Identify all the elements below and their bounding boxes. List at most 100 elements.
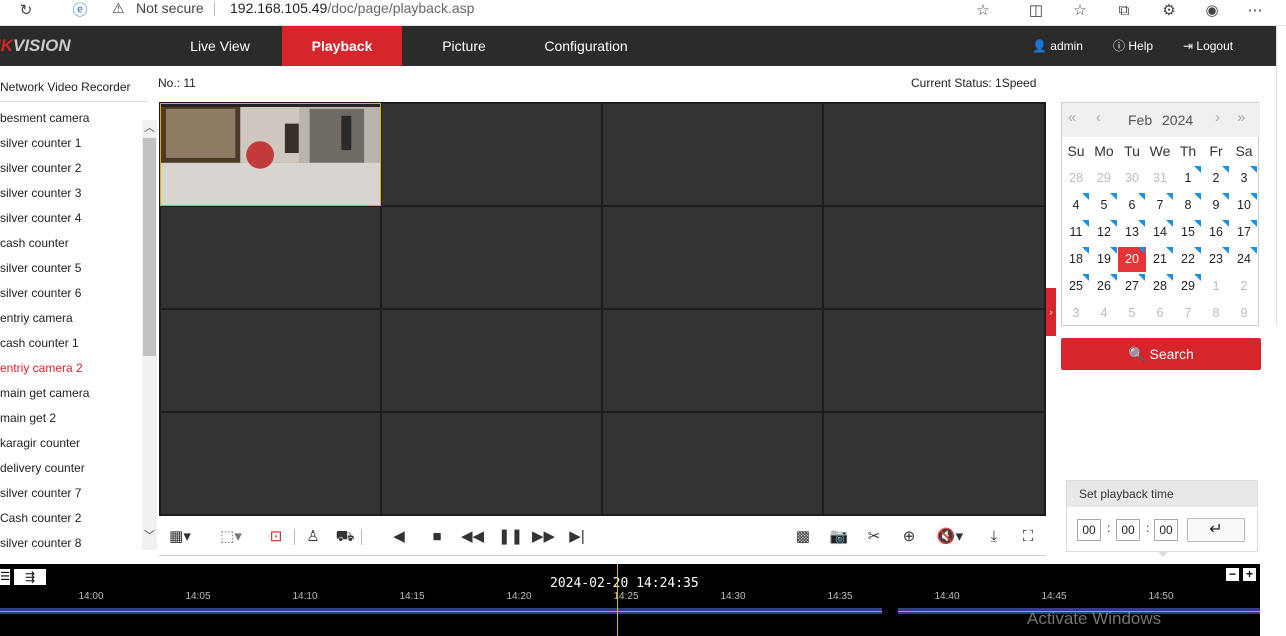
- camera-item[interactable]: entriy camera: [0, 310, 73, 326]
- video-window[interactable]: [602, 309, 823, 412]
- single-frame-icon[interactable]: ▶|: [568, 528, 586, 546]
- pause-icon[interactable]: ❚❚: [498, 528, 523, 546]
- camera-item[interactable]: silver counter 7: [0, 485, 81, 501]
- camera-item[interactable]: besment camera: [0, 110, 89, 126]
- video-window[interactable]: [381, 412, 602, 515]
- video-window[interactable]: [381, 309, 602, 412]
- audio-icon[interactable]: 🔇▾: [932, 528, 968, 546]
- video-window-active[interactable]: [160, 103, 381, 206]
- next-year-icon[interactable]: »: [1237, 109, 1245, 126]
- calendar-day[interactable]: 25: [1062, 274, 1090, 299]
- calendar-day-selected[interactable]: 20: [1118, 247, 1146, 272]
- warning-icon[interactable]: ⚠: [112, 0, 125, 17]
- video-window[interactable]: [823, 412, 1045, 515]
- calendar-day[interactable]: 15: [1174, 220, 1202, 245]
- calendar-day[interactable]: 14: [1146, 220, 1174, 245]
- timeline-cursor[interactable]: [617, 564, 618, 636]
- camera-item[interactable]: silver counter 6: [0, 285, 81, 301]
- calendar-day-other[interactable]: 8: [1202, 301, 1230, 326]
- collections-icon[interactable]: ⧉: [1115, 2, 1133, 20]
- camera-item[interactable]: karagir counter: [0, 435, 80, 451]
- calendar-day[interactable]: 17: [1230, 220, 1258, 245]
- window-layout-icon[interactable]: ▦▾: [165, 528, 195, 546]
- logout-link[interactable]: ⇥ Logout: [1183, 26, 1233, 66]
- calendar-day[interactable]: 9: [1202, 193, 1230, 218]
- calendar-day[interactable]: 8: [1174, 193, 1202, 218]
- tab-configuration[interactable]: Configuration: [526, 26, 646, 66]
- user-menu[interactable]: 👤 admin: [1032, 26, 1083, 66]
- collapse-panel-handle[interactable]: ›: [1046, 288, 1056, 336]
- video-window[interactable]: [823, 309, 1045, 412]
- calendar-day-other[interactable]: 6: [1146, 301, 1174, 326]
- calendar-day[interactable]: 5: [1090, 193, 1118, 218]
- camera-item[interactable]: silver counter 8: [0, 535, 81, 551]
- tab-live-view[interactable]: Live View: [160, 26, 280, 66]
- stop-icon[interactable]: ■: [428, 528, 446, 546]
- download-icon[interactable]: ⤓: [983, 528, 1005, 546]
- capture-icon[interactable]: 📷: [828, 528, 850, 546]
- favorites-icon[interactable]: ☆: [1071, 2, 1089, 20]
- digital-zoom-icon[interactable]: ⊕: [898, 528, 920, 546]
- calendar-day-other[interactable]: 3: [1062, 301, 1090, 326]
- device-tree-title[interactable]: Network Video Recorder: [0, 80, 131, 94]
- calendar-year[interactable]: 2024: [1162, 112, 1193, 128]
- video-window[interactable]: [381, 206, 602, 309]
- minute-input[interactable]: 00: [1116, 519, 1140, 541]
- calendar-day-other[interactable]: 1: [1202, 274, 1230, 299]
- vehicle-filter-icon[interactable]: ⛟: [334, 528, 356, 546]
- fullscreen-icon[interactable]: ⛶: [1017, 528, 1039, 546]
- camera-item-selected[interactable]: entriy camera 2: [0, 360, 83, 376]
- calendar-day-other[interactable]: 2: [1230, 274, 1258, 299]
- camera-item[interactable]: cash counter 1: [0, 335, 79, 351]
- favorite-star-icon[interactable]: ☆: [974, 2, 992, 20]
- search-button[interactable]: 🔍 Search: [1061, 338, 1261, 370]
- stop-all-icon[interactable]: ▩: [792, 528, 814, 546]
- scroll-down-icon[interactable]: ﹀: [143, 528, 156, 544]
- scroll-up-icon[interactable]: ︿: [143, 120, 156, 136]
- camera-item[interactable]: silver counter 5: [0, 260, 81, 276]
- calendar-day[interactable]: 6: [1118, 193, 1146, 218]
- refresh-icon[interactable]: ↻: [17, 2, 35, 20]
- slow-down-icon[interactable]: ◀◀: [461, 528, 484, 546]
- fit-window-icon[interactable]: ⊡: [265, 528, 287, 546]
- second-input[interactable]: 00: [1154, 519, 1178, 541]
- window-select-icon[interactable]: ⬚▾: [214, 528, 248, 546]
- speed-up-icon[interactable]: ▶▶: [532, 528, 555, 546]
- calendar-month[interactable]: Feb: [1128, 112, 1152, 128]
- calendar-day[interactable]: 7: [1146, 193, 1174, 218]
- camera-item[interactable]: cash counter: [0, 235, 69, 251]
- video-window[interactable]: [602, 412, 823, 515]
- video-window[interactable]: [381, 103, 602, 206]
- calendar-day-other[interactable]: 28: [1062, 166, 1090, 191]
- calendar-day[interactable]: 12: [1090, 220, 1118, 245]
- more-menu-icon[interactable]: ⋯: [1246, 2, 1264, 20]
- calendar-day[interactable]: 11: [1062, 220, 1090, 245]
- scrollbar-thumb[interactable]: [143, 138, 156, 356]
- camera-item[interactable]: delivery counter: [0, 460, 85, 476]
- video-window[interactable]: [823, 103, 1045, 206]
- calendar-day[interactable]: 22: [1174, 247, 1202, 272]
- camera-item[interactable]: main get 2: [0, 410, 56, 426]
- video-window[interactable]: [160, 206, 381, 309]
- timeline-menu-icon[interactable]: ☰: [0, 569, 10, 585]
- calendar-day-other[interactable]: 5: [1118, 301, 1146, 326]
- calendar-day[interactable]: 16: [1202, 220, 1230, 245]
- zoom-in-icon[interactable]: +: [1243, 568, 1256, 581]
- calendar-day[interactable]: 29: [1174, 274, 1202, 299]
- next-month-icon[interactable]: ›: [1215, 109, 1220, 126]
- calendar-day[interactable]: 26: [1090, 274, 1118, 299]
- camera-item[interactable]: silver counter 1: [0, 135, 81, 151]
- calendar-day[interactable]: 18: [1062, 247, 1090, 272]
- calendar-day[interactable]: 24: [1230, 247, 1258, 272]
- camera-item[interactable]: silver counter 2: [0, 160, 81, 176]
- calendar-day-other[interactable]: 30: [1118, 166, 1146, 191]
- camera-item[interactable]: Cash counter 2: [0, 510, 81, 526]
- tab-picture[interactable]: Picture: [404, 26, 524, 66]
- video-window[interactable]: [823, 206, 1045, 309]
- calendar-day[interactable]: 23: [1202, 247, 1230, 272]
- calendar-day[interactable]: 3: [1230, 166, 1258, 191]
- calendar-day[interactable]: 27: [1118, 274, 1146, 299]
- tab-playback[interactable]: Playback: [282, 26, 402, 66]
- hour-input[interactable]: 00: [1077, 519, 1101, 541]
- clip-icon[interactable]: ✂: [863, 528, 885, 546]
